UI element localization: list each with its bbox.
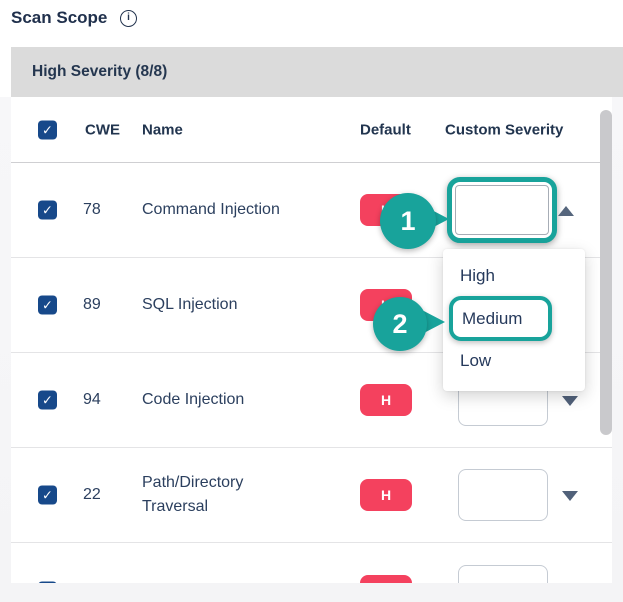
- default-severity-badge: H: [360, 479, 412, 511]
- row-checkbox[interactable]: ✓: [38, 391, 57, 410]
- cwe-id: 78: [83, 201, 117, 219]
- custom-severity-select-highlighted[interactable]: [447, 177, 557, 243]
- dropdown-arrow-icon[interactable]: [562, 396, 578, 406]
- custom-severity-select[interactable]: [458, 565, 548, 584]
- table-row-partial: ✓: [11, 543, 612, 583]
- default-severity-badge: [360, 575, 412, 584]
- menu-item-medium-label: Medium: [462, 309, 522, 329]
- menu-item-medium-highlighted[interactable]: Medium: [449, 296, 552, 341]
- row-checkbox[interactable]: ✓: [38, 201, 57, 220]
- scrollbar[interactable]: [600, 110, 612, 435]
- cwe-name: Path/Directory Traversal: [142, 471, 312, 519]
- severity-group-header[interactable]: High Severity (8/8): [11, 47, 623, 97]
- select-field[interactable]: [455, 185, 549, 235]
- cwe-name: SQL Injection: [142, 293, 237, 317]
- menu-item-high[interactable]: High: [460, 266, 495, 286]
- info-icon[interactable]: i: [120, 10, 137, 27]
- select-all-checkbox[interactable]: ✓: [38, 120, 57, 139]
- row-checkbox[interactable]: ✓: [38, 296, 57, 315]
- menu-item-low[interactable]: Low: [460, 351, 491, 371]
- callout-step-2: 2: [373, 297, 427, 351]
- column-header-default: Default: [360, 121, 411, 138]
- severity-dropdown-menu: High Medium Low: [443, 249, 585, 391]
- custom-severity-select[interactable]: [458, 469, 548, 521]
- cwe-id: 89: [83, 296, 117, 314]
- cwe-name: Command Injection: [142, 198, 280, 222]
- page-title: Scan Scope: [11, 8, 107, 28]
- scan-scope-panel: Scan Scope i High Severity (8/8) ✓ CWE N…: [0, 0, 623, 602]
- column-header-name: Name: [142, 121, 183, 138]
- row-checkbox[interactable]: ✓: [38, 581, 57, 583]
- column-header-cwe: CWE: [85, 121, 120, 138]
- row-checkbox[interactable]: ✓: [38, 486, 57, 505]
- column-header-custom-severity: Custom Severity: [445, 121, 563, 138]
- dropdown-arrow-up-icon[interactable]: [558, 206, 574, 216]
- cwe-name: Code Injection: [142, 388, 244, 412]
- cwe-id: 22: [83, 486, 117, 504]
- dropdown-arrow-icon[interactable]: [562, 491, 578, 501]
- cwe-id: 94: [83, 391, 117, 409]
- table-row-cwe-22: ✓ 22 Path/Directory Traversal H: [11, 448, 612, 543]
- table-header-row: ✓ CWE Name Default Custom Severity: [11, 97, 612, 163]
- severity-group-label: High Severity (8/8): [32, 63, 167, 81]
- callout-step-1: 1: [380, 193, 436, 249]
- default-severity-badge: H: [360, 384, 412, 416]
